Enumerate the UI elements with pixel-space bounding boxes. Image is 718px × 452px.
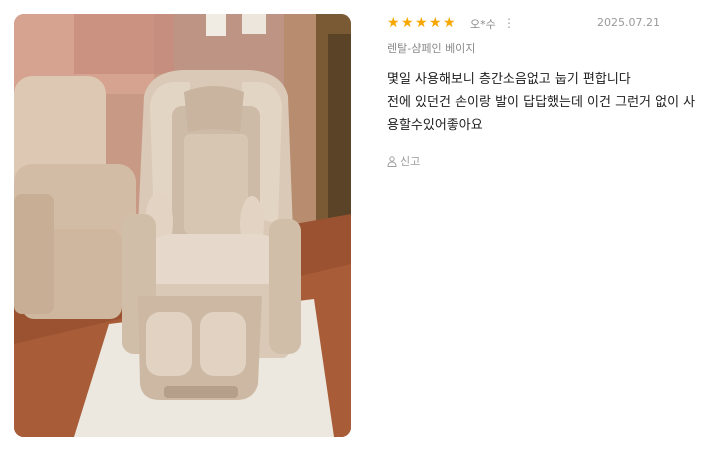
star-rating: ★ ★ ★ ★ ★	[387, 14, 456, 34]
star-icon: ★	[443, 15, 456, 31]
review-body-line: 용할수있어좋아요	[387, 118, 483, 133]
report-button[interactable]: 신고	[387, 153, 420, 169]
review-body-line: 전에 있던건 손이랑 발이 답답했는데 이건 그런거 없이 사	[387, 95, 696, 110]
review-body-line: 몇일 사용해보니 층간소음없고 눕기 편합니다	[387, 72, 631, 87]
review-body: 몇일 사용해보니 층간소음없고 눕기 편합니다 전에 있던건 손이랑 발이 답답…	[387, 68, 709, 137]
massage-chair-photo	[14, 14, 351, 437]
star-icon: ★	[429, 15, 442, 31]
reviewer-name: 오*수	[470, 18, 496, 31]
product-option: 렌탈-샴페인 베이지	[387, 42, 476, 55]
star-icon: ★	[387, 15, 400, 31]
review-date: 2025.07.21	[597, 16, 660, 29]
report-label: 신고	[400, 155, 421, 168]
review-meta: ★ ★ ★ ★ ★ 오*수 ⋮ 2025.07.21	[387, 14, 687, 34]
vertical-dots-icon[interactable]: ⋮	[503, 15, 515, 31]
person-report-icon	[387, 155, 397, 167]
review-photo[interactable]	[14, 14, 351, 437]
star-icon: ★	[401, 15, 414, 31]
review-card: ★ ★ ★ ★ ★ 오*수 ⋮ 2025.07.21 렌탈-샴페인 베이지 몇일…	[0, 0, 718, 452]
star-icon: ★	[415, 15, 428, 31]
